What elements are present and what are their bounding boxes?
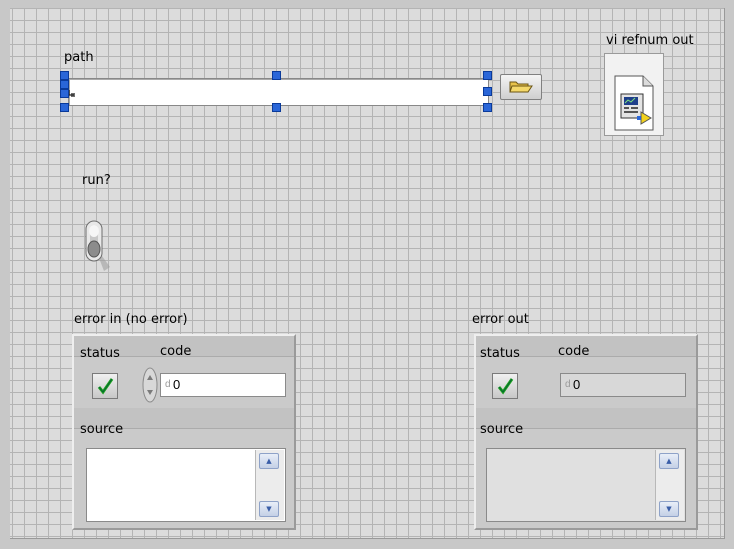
error-out-code-value: 0 bbox=[573, 377, 581, 392]
selection-handle[interactable] bbox=[60, 89, 69, 98]
error-in-code-stepper[interactable] bbox=[142, 367, 158, 403]
selection-handle[interactable] bbox=[272, 103, 281, 112]
selection-handle[interactable] bbox=[483, 71, 492, 80]
path-label: path bbox=[64, 50, 94, 65]
error-out-source-indicator: ▲ ▼ bbox=[486, 448, 686, 522]
error-in-cluster: status code d 0 source ▲ ▼ bbox=[72, 334, 296, 530]
error-in-status-button[interactable] bbox=[92, 373, 118, 399]
path-input[interactable] bbox=[68, 78, 489, 106]
arrow-down-icon[interactable]: ▼ bbox=[259, 501, 279, 517]
vi-document-icon bbox=[614, 75, 654, 131]
selection-handle[interactable] bbox=[60, 80, 69, 89]
error-in-code-input[interactable]: d 0 bbox=[160, 373, 286, 397]
increment-decrement-icon bbox=[142, 367, 158, 403]
selection-handle[interactable] bbox=[483, 87, 492, 96]
error-out-status-label: status bbox=[480, 346, 520, 361]
green-checkmark-icon bbox=[497, 378, 514, 395]
green-checkmark-icon bbox=[97, 378, 114, 395]
error-in-title: error in (no error) bbox=[74, 312, 188, 327]
error-out-source-label: source bbox=[480, 422, 524, 437]
run-toggle-switch[interactable] bbox=[80, 215, 120, 275]
error-out-code-label: code bbox=[558, 344, 590, 359]
error-in-status-label: status bbox=[80, 346, 120, 361]
vi-refnum-label: vi refnum out bbox=[606, 33, 694, 48]
selection-handle[interactable] bbox=[272, 71, 281, 80]
arrow-up-icon[interactable]: ▲ bbox=[259, 453, 279, 469]
radix-indicator: d bbox=[565, 379, 571, 390]
vi-refnum-indicator[interactable] bbox=[604, 53, 664, 136]
toggle-lever-icon bbox=[85, 220, 110, 271]
arrow-up-icon[interactable]: ▲ bbox=[659, 453, 679, 469]
error-in-source-input[interactable]: ▲ ▼ bbox=[86, 448, 286, 522]
selection-handle[interactable] bbox=[60, 71, 69, 80]
error-out-source-scrollbar[interactable]: ▲ ▼ bbox=[655, 450, 684, 520]
error-in-code-value: 0 bbox=[173, 377, 181, 392]
error-in-source-scrollbar[interactable]: ▲ ▼ bbox=[255, 450, 284, 520]
radix-indicator: d bbox=[165, 379, 171, 390]
run-label: run? bbox=[82, 173, 111, 188]
selection-handle[interactable] bbox=[60, 103, 69, 112]
browse-button[interactable] bbox=[500, 74, 542, 100]
error-out-title: error out bbox=[472, 312, 529, 327]
error-in-source-label: source bbox=[80, 422, 124, 437]
selection-handle[interactable] bbox=[483, 103, 492, 112]
error-out-status-indicator bbox=[492, 373, 518, 399]
error-in-code-label: code bbox=[160, 344, 192, 359]
error-out-code-indicator: d 0 bbox=[560, 373, 686, 397]
error-out-cluster: status code d 0 source ▲ ▼ bbox=[474, 334, 698, 530]
folder-open-icon bbox=[509, 81, 533, 93]
arrow-down-icon[interactable]: ▼ bbox=[659, 501, 679, 517]
